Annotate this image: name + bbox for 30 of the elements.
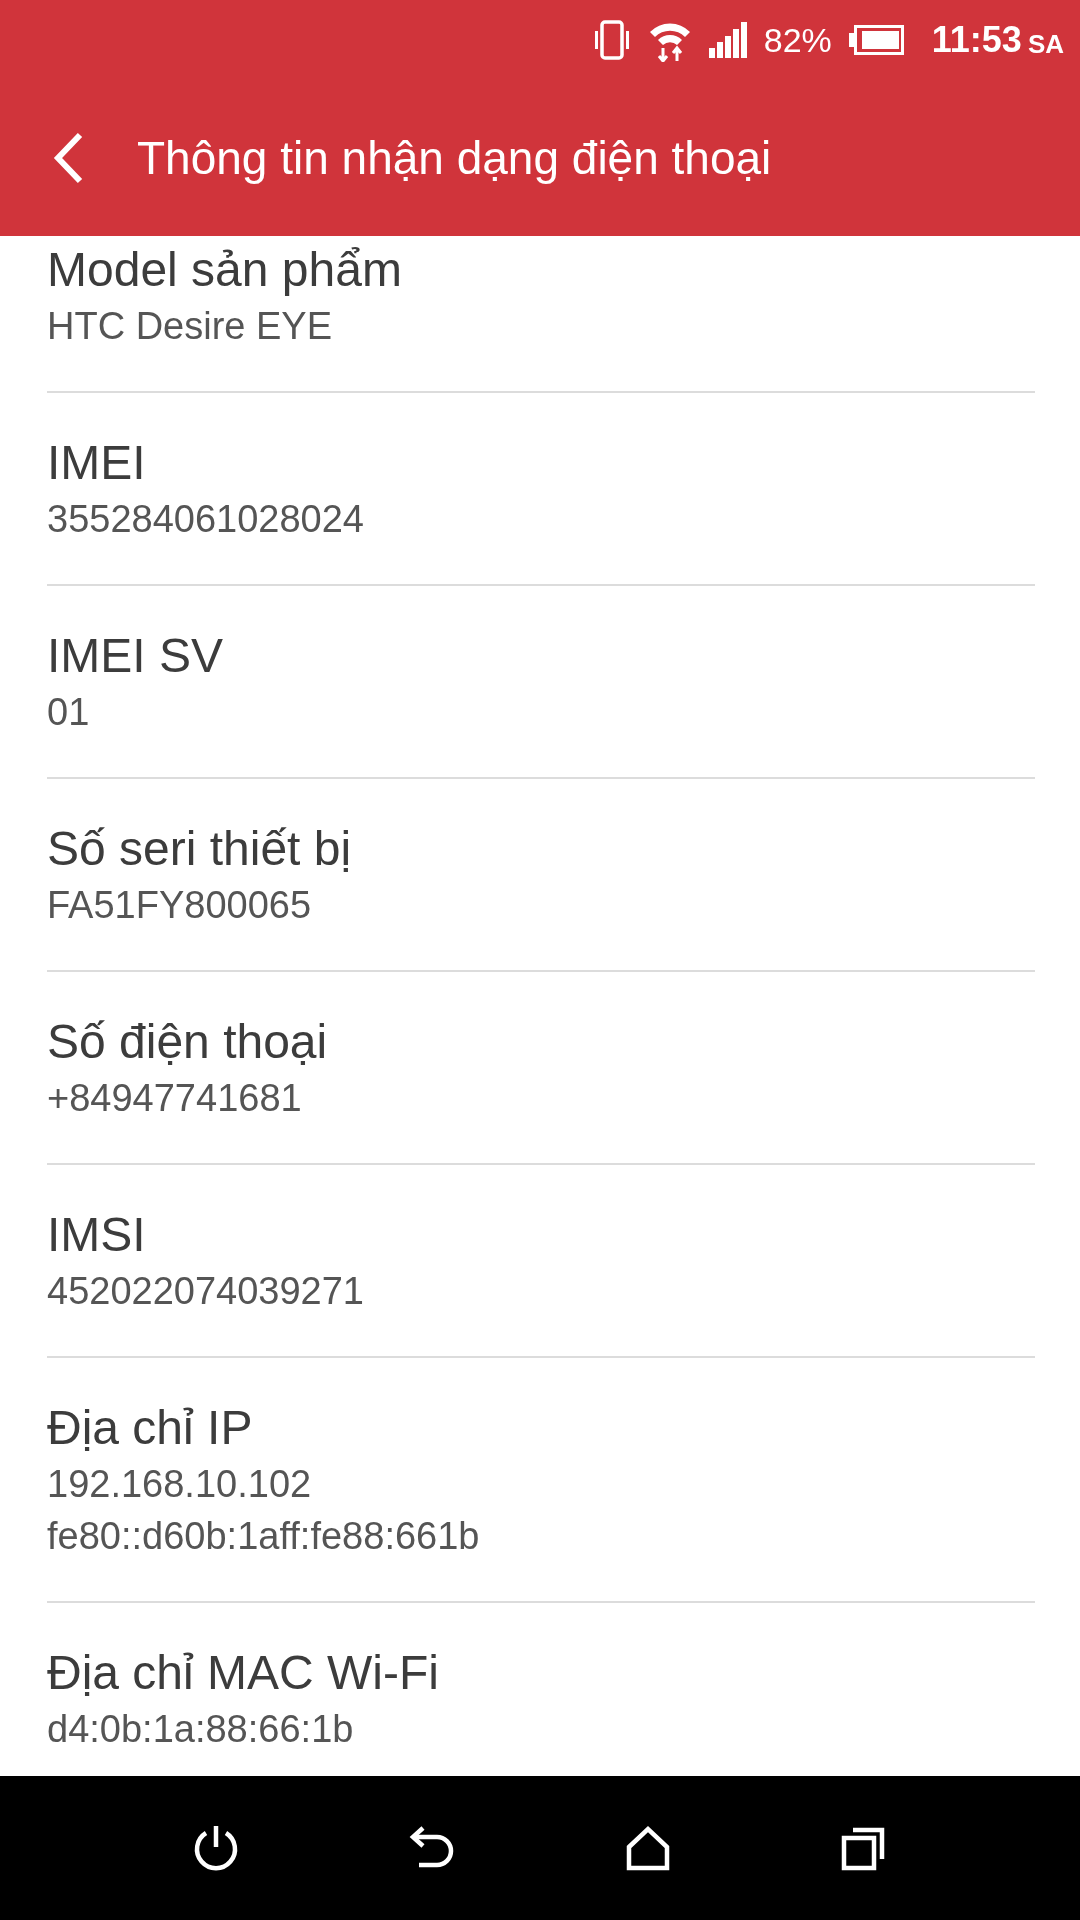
item-label: Model sản phẩm xyxy=(47,242,403,298)
item-value: d4:0b:1a:88:66:1b xyxy=(47,1707,355,1752)
screen-title: Thông tin nhận dạng điện thoại xyxy=(137,131,772,185)
battery-icon xyxy=(847,25,904,55)
item-label: IMSI xyxy=(47,1207,147,1263)
signal-icon xyxy=(707,22,748,58)
item-value: HTC Desire EYE xyxy=(47,304,334,349)
item-value: 355284061028024 xyxy=(47,497,365,542)
info-item[interactable]: Số seri thiết bị FA51FY800065 xyxy=(47,779,1035,972)
info-item[interactable]: IMSI 452022074039271 xyxy=(47,1165,1035,1358)
item-label: IMEI SV xyxy=(47,628,225,684)
info-item[interactable]: Số điện thoại +84947741681 xyxy=(47,972,1035,1165)
item-value: fe80::d60b:1aff:fe88:661b xyxy=(47,1514,481,1559)
item-label: Số seri thiết bị xyxy=(47,821,353,877)
info-item[interactable]: IMEI 355284061028024 xyxy=(47,393,1035,586)
item-label: IMEI xyxy=(47,435,147,491)
item-label: Địa chỉ IP xyxy=(47,1400,254,1456)
battery-percentage: 82% xyxy=(763,20,832,60)
item-label: Số điện thoại xyxy=(47,1014,329,1070)
clock-meridiem: SA xyxy=(1027,28,1064,60)
info-item[interactable]: Địa chỉ IP 192.168.10.102 fe80::d60b:1aff:fe88:661b xyxy=(47,1358,1035,1603)
item-value: 01 xyxy=(47,690,91,735)
item-value: 452022074039271 xyxy=(47,1269,365,1314)
clock-time: 11:53 xyxy=(931,19,1022,61)
info-item[interactable]: IMEI SV 01 xyxy=(47,586,1035,779)
item-value: FA51FY800065 xyxy=(47,883,313,928)
item-value: +84947741681 xyxy=(47,1076,303,1121)
info-item[interactable]: Model sản phẩm HTC Desire EYE xyxy=(47,236,1035,393)
item-value: 192.168.10.102 xyxy=(47,1462,313,1507)
item-label: Địa chỉ MAC Wi-Fi xyxy=(47,1645,440,1701)
